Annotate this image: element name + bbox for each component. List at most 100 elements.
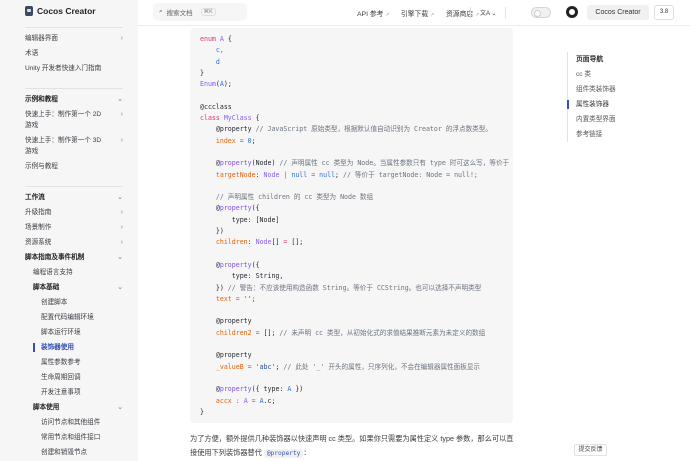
sidebar-item[interactable]: 升级指南 ›: [25, 205, 123, 220]
code-token: @: [200, 159, 220, 168]
sidebar-item[interactable]: 工作流 ⌄: [25, 190, 123, 205]
code-token: |: [279, 170, 292, 179]
version-select[interactable]: 3.8: [654, 5, 674, 20]
chevron-right-icon[interactable]: ›: [121, 109, 123, 120]
code-line: @property({: [200, 260, 513, 271]
chevron-right-icon[interactable]: ›: [121, 222, 123, 233]
code-token: @property: [200, 351, 252, 360]
code-token: :: [247, 238, 256, 247]
chevron-down-icon[interactable]: ⌄: [117, 94, 123, 105]
code-token: // 等价于 targetNode: Node = null!;: [343, 170, 478, 179]
sidebar-item-label: 工作流: [25, 194, 45, 201]
code-block: enum A { c, d} Enum(A); @ccclass class MyCl…: [190, 28, 513, 423]
sidebar-item[interactable]: 脚本运行环境: [25, 325, 123, 340]
toc-item[interactable]: 组件类装饰器: [576, 82, 616, 97]
sidebar-item[interactable]: 属性参数参考: [25, 355, 123, 370]
sidebar-item[interactable]: 创建和销毁节点: [25, 445, 123, 460]
toc-item[interactable]: cc 类: [576, 67, 616, 82]
code-token: @: [200, 260, 220, 269]
chevron-down-icon[interactable]: ⌄: [117, 402, 123, 413]
sidebar-item-label: 快速上手：制作第一个 3D 游戏: [25, 137, 102, 155]
code-token: :: [231, 396, 244, 405]
sidebar-item[interactable]: 访问节点和其他组件: [25, 415, 123, 430]
sidebar-item-label: 创建脚本: [41, 299, 68, 306]
sidebar-section: 工作流 ⌄ 升级指南 › 场景制作 › 资源系统 › 脚本指南及事件机制 ⌄ 编程语言支持 脚本基础 ⌄…: [25, 186, 123, 460]
code-token: @: [200, 204, 220, 213]
sidebar-item[interactable]: 脚本基础 ⌄: [25, 280, 123, 295]
code-token: ;: [335, 170, 343, 179]
code-token: property: [219, 260, 252, 269]
code-token: // 警告：不应该使用构造函数 String。等价于 CCString。也可以选…: [227, 283, 482, 292]
sidebar-item[interactable]: 生命周期回调: [25, 370, 123, 385]
code-token: (Node): [251, 159, 280, 168]
chevron-right-icon[interactable]: ›: [121, 237, 123, 248]
sidebar-item[interactable]: 示例与教程: [25, 159, 123, 174]
github-icon[interactable]: [566, 6, 578, 18]
sidebar-item[interactable]: 编程语言支持: [25, 265, 123, 280]
code-token: =: [251, 328, 264, 337]
sidebar-item[interactable]: 常用节点和组件接口: [25, 430, 123, 445]
theme-toggle[interactable]: [531, 7, 551, 18]
code-token: =: [247, 396, 260, 405]
divider: [505, 7, 506, 18]
paragraph-end: ：: [303, 448, 311, 457]
code-token: }): [200, 227, 224, 236]
chevron-right-icon[interactable]: ›: [121, 207, 123, 218]
sidebar-item[interactable]: 脚本指南及事件机制 ⌄: [25, 250, 123, 265]
sidebar-item[interactable]: 快速上手：制作第一个 2D 游戏 ›: [25, 107, 123, 133]
logo[interactable]: Cocos Creator: [25, 6, 96, 16]
code-token: =: [243, 362, 256, 371]
nav-label: API 参考: [357, 11, 384, 18]
sidebar-item-label: 升级指南: [25, 209, 52, 216]
feedback-button[interactable]: 提交反馈: [574, 444, 607, 456]
paragraph-text: 为了方便，额外提供几种装饰器以快速声明 cc 类型。如果你只需要为属性定义 ty…: [190, 434, 514, 457]
sidebar-item[interactable]: 场景制作 ›: [25, 220, 123, 235]
code-token: @: [200, 385, 220, 394]
sidebar-item[interactable]: 开发注意事项: [25, 385, 123, 400]
sidebar-item[interactable]: 脚本使用 ⌄: [25, 400, 123, 415]
code-token: =: [231, 294, 244, 303]
sidebar-item-label: 示例与教程: [25, 163, 58, 170]
sidebar-item-label: 创建和销毁节点: [41, 449, 88, 456]
external-link-icon: ↗: [475, 12, 480, 18]
sidebar-item[interactable]: 术语: [25, 46, 123, 61]
search-shortcut: ⌘K: [200, 8, 216, 16]
code-line: @property(Node) // 声明属性 cc 类型为 Node。当属性参…: [200, 158, 513, 169]
nav-engine-download[interactable]: 引擎下载 ↗: [401, 8, 434, 18]
code-token: children: [200, 238, 248, 247]
code-line: _valueB = 'abc'; // 此处 '_' 开头的属性，只序列化，不会…: [200, 362, 513, 373]
sidebar-item[interactable]: 配置代码编辑环境: [25, 310, 123, 325]
sidebar-item-label: 访问节点和其他组件: [41, 419, 101, 426]
code-token: // JavaScript 原始类型，根据默认值自动识别为 Creator 的浮…: [255, 125, 492, 134]
sidebar-item-label: 脚本使用: [33, 404, 60, 411]
code-token: :: [255, 170, 264, 179]
toc-item[interactable]: 参考链接: [576, 127, 616, 142]
sidebar-item[interactable]: 资源系统 ›: [25, 235, 123, 250]
sidebar-item[interactable]: Unity 开发者快速入门指南: [25, 61, 123, 76]
sidebar: Cocos Creator 编辑器界面 › 术语 Unity 开发者快速入门指南 示例和…: [0, 0, 138, 461]
code-token: // 声明属性 cc 类型为 Node。当属性参数只有 type 时可这么写，等…: [279, 159, 513, 168]
sidebar-item[interactable]: 快速上手：制作第一个 3D 游戏 ›: [25, 133, 123, 159]
sidebar-item[interactable]: 编辑器界面 ›: [25, 31, 123, 46]
code-token: null: [319, 170, 336, 179]
nav-api-reference[interactable]: API 参考 ↗: [357, 8, 390, 18]
toc-item[interactable]: 属性装饰器: [566, 97, 616, 112]
chevron-down-icon[interactable]: ⌄: [117, 192, 123, 203]
sidebar-item[interactable]: 创建脚本: [25, 295, 123, 310]
code-token: accx: [200, 396, 232, 405]
product-button[interactable]: Cocos Creator: [587, 5, 649, 20]
sidebar-item[interactable]: 装饰器使用: [25, 340, 123, 355]
chevron-right-icon[interactable]: ›: [121, 33, 123, 44]
translate-icon[interactable]: 文A ⌄: [480, 8, 496, 17]
nav-asset-store[interactable]: 资源商店 ↗: [446, 8, 479, 18]
table-of-contents: 页面导航 cc 类组件类装饰器 属性装饰器 内置类型界面 参考链接: [566, 52, 616, 142]
chevron-right-icon[interactable]: ›: [121, 135, 123, 146]
code-token: ({: [251, 260, 260, 269]
search-button[interactable]: ⌕ 搜索文档 ⌘K: [153, 3, 247, 21]
toc-item[interactable]: 内置类型界面: [576, 112, 616, 127]
chevron-down-icon[interactable]: ⌄: [117, 282, 123, 293]
sidebar-item[interactable]: 示例和教程 ⌄: [25, 92, 123, 107]
chevron-down-icon[interactable]: ⌄: [117, 252, 123, 263]
